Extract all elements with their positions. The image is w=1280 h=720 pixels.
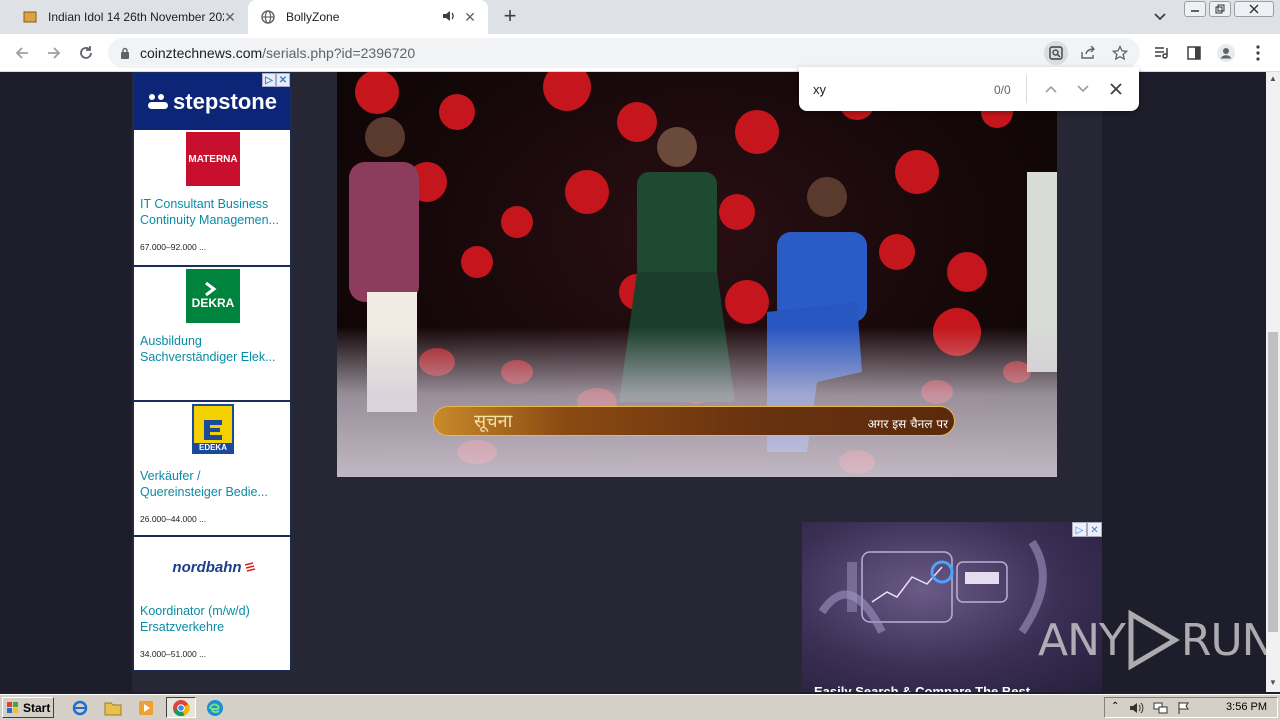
tab-title: Indian Idol 14 26th November 2023 ·: [48, 10, 224, 24]
nordbahn-logo: nordbahn: [162, 555, 266, 579]
page-favicon-icon: [22, 9, 38, 25]
close-tab-icon[interactable]: ✕: [222, 9, 238, 25]
scrollbar-thumb[interactable]: [1268, 332, 1278, 632]
ad-info-icon[interactable]: ▷: [262, 73, 276, 87]
start-button[interactable]: Start: [2, 697, 54, 718]
anyrun-watermark: ANY RUN: [1038, 610, 1266, 670]
restore-window-icon[interactable]: [1209, 1, 1231, 17]
play-logo-icon: [1128, 610, 1180, 670]
job-salary: 34.000–51.000 ...: [140, 649, 207, 659]
media-control-icon[interactable]: [1150, 41, 1174, 65]
ad-info-icon[interactable]: ▷: [1072, 522, 1087, 537]
stepstone-ad[interactable]: stepstone ▷ ✕ MATERNA IT Consultant Busin…: [133, 72, 291, 671]
job-title[interactable]: Ausbildung Sachverständiger Elek...: [140, 333, 288, 365]
job-salary: 26.000–44.000 ...: [140, 514, 207, 524]
scroll-up-arrow-icon[interactable]: ▲: [1268, 74, 1278, 86]
minimize-window-icon[interactable]: [1184, 1, 1206, 17]
scroll-down-arrow-icon[interactable]: ▼: [1268, 678, 1278, 690]
kebab-menu-icon[interactable]: [1246, 41, 1270, 65]
network-icon[interactable]: [1153, 701, 1169, 715]
tab-strip: Indian Idol 14 26th November 2023 · ✕ Bo…: [0, 0, 1280, 34]
ad-choices-badge[interactable]: ▷ ✕: [262, 73, 290, 87]
speaker-icon[interactable]: [442, 10, 456, 25]
globe-icon: [260, 9, 276, 25]
job-title[interactable]: Koordinator (m/w/d) Ersatzverkehre: [140, 603, 288, 635]
internet-explorer-icon[interactable]: [70, 698, 90, 718]
address-bar[interactable]: coinztechnews.com/serials.php?id=2396720: [108, 38, 1140, 68]
news-ticker: सूचना अगर इस चैनल पर: [433, 406, 955, 436]
find-input[interactable]: xy: [813, 82, 826, 97]
ticker-label: सूचना: [474, 411, 513, 432]
tab-title: BollyZone: [286, 10, 340, 24]
clock: 3:56 PM: [1226, 701, 1267, 713]
close-tab-icon[interactable]: ✕: [462, 9, 478, 25]
zoom-search-icon[interactable]: [1044, 41, 1068, 65]
back-arrow-icon[interactable]: [10, 41, 34, 65]
stage-fog: [337, 327, 1057, 477]
url-path: /serials.php?id=2396720: [262, 45, 416, 61]
stepstone-header: stepstone ▷ ✕: [134, 73, 290, 130]
volume-icon[interactable]: [1129, 701, 1145, 715]
chevron-down-icon[interactable]: [1071, 77, 1095, 101]
media-player-icon[interactable]: [136, 698, 156, 718]
stepstone-brand: stepstone: [173, 88, 277, 114]
job-title[interactable]: Verkäufer / Quereinsteiger Bedie...: [140, 468, 288, 500]
windows-taskbar: Start ⌃ 3:56 PM: [0, 694, 1280, 720]
reload-icon[interactable]: [74, 41, 98, 65]
chevron-up-icon[interactable]: [1039, 77, 1063, 101]
stepstone-logo-icon: [148, 93, 169, 109]
url-host: coinztechnews.com: [140, 45, 263, 61]
forward-arrow-icon[interactable]: [42, 41, 66, 65]
edeka-logo: EDEKA: [192, 404, 234, 454]
ad-choices-badge[interactable]: ▷ ✕: [1072, 522, 1102, 537]
job-title[interactable]: IT Consultant Business Continuity Manage…: [140, 196, 288, 228]
close-window-icon[interactable]: [1234, 1, 1274, 17]
system-tray: ⌃ 3:56 PM: [1104, 697, 1278, 718]
bookmark-star-icon[interactable]: [1108, 41, 1132, 65]
tab-bollyzone[interactable]: BollyZone ✕: [248, 0, 488, 34]
action-center-flag-icon[interactable]: [1177, 701, 1191, 715]
profile-avatar-icon[interactable]: [1214, 41, 1238, 65]
lock-icon[interactable]: [120, 47, 130, 60]
job-listing[interactable]: MATERNA IT Consultant Business Continuit…: [134, 130, 290, 265]
find-match-count: 0/0: [994, 83, 1011, 97]
materna-logo: MATERNA: [186, 132, 240, 186]
close-icon[interactable]: [1104, 77, 1128, 101]
ad-close-icon[interactable]: ✕: [276, 73, 290, 87]
chrome-icon[interactable]: [171, 698, 191, 718]
side-panel-icon[interactable]: [1182, 41, 1206, 65]
vertical-scrollbar[interactable]: ▲ ▼: [1266, 72, 1280, 692]
tray-expand-icon[interactable]: ⌃: [1111, 701, 1119, 712]
new-tab-icon[interactable]: +: [498, 5, 522, 29]
ad-close-icon[interactable]: ✕: [1087, 522, 1102, 537]
chevron-down-icon[interactable]: [1150, 7, 1170, 27]
windows-logo-icon: [7, 701, 18, 713]
job-listing[interactable]: DEKRA Ausbildung Sachverständiger Elek..…: [134, 265, 290, 400]
job-listing[interactable]: EDEKA Verkäufer / Quereinsteiger Bedie..…: [134, 400, 290, 535]
file-explorer-icon[interactable]: [103, 698, 123, 718]
dekra-logo: DEKRA: [186, 269, 240, 323]
web-page: stepstone ▷ ✕ MATERNA IT Consultant Busin…: [0, 72, 1266, 692]
job-listing[interactable]: nordbahn Koordinator (m/w/d) Ersatzverke…: [134, 535, 290, 670]
ad-caption: Easily Search & Compare The Best: [814, 684, 1031, 692]
job-salary: 67.000–92.000 ...: [140, 242, 207, 252]
ticker-text: अगर इस चैनल पर: [867, 417, 948, 431]
find-in-page-bar: xy 0/0: [799, 67, 1139, 111]
find-divider: [1026, 75, 1027, 103]
tab-indian-idol[interactable]: Indian Idol 14 26th November 2023 · ✕: [8, 0, 248, 34]
share-icon[interactable]: [1076, 41, 1100, 65]
edge-icon[interactable]: [205, 698, 225, 718]
video-player[interactable]: सूचना अगर इस चैनल पर: [337, 72, 1057, 477]
